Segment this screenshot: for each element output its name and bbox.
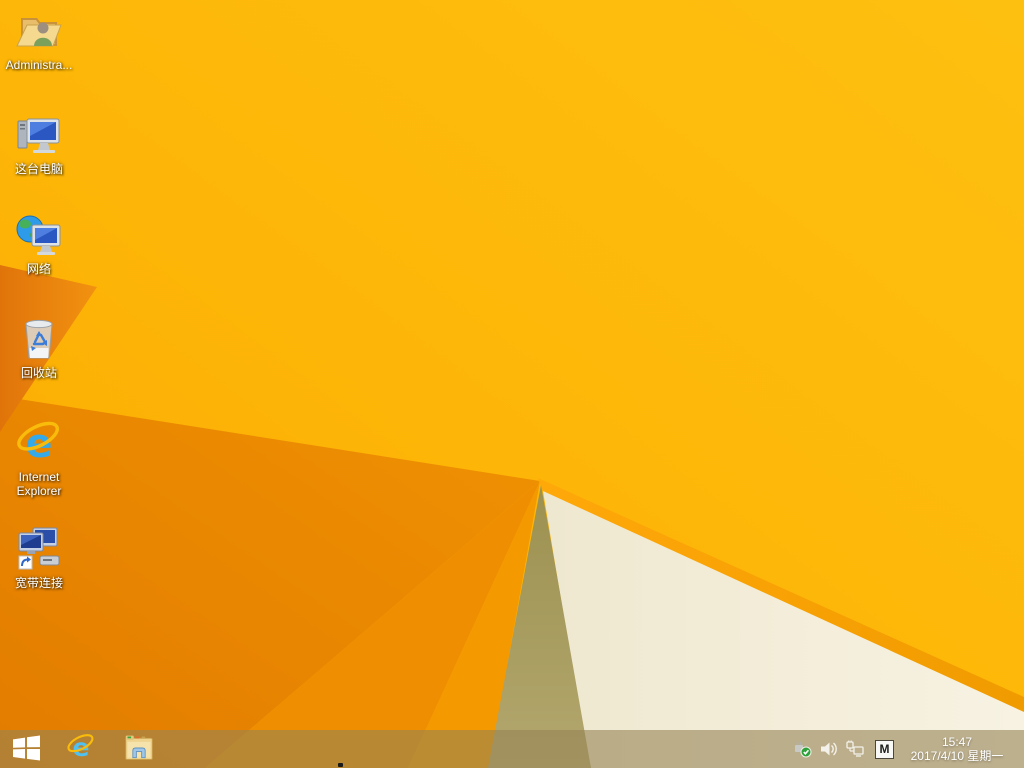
windows-logo-icon: [12, 734, 40, 764]
desktop-icon-network[interactable]: 网络: [0, 210, 78, 276]
ie-icon: e: [66, 733, 96, 766]
desktop-icon-label: 宽带连接: [14, 576, 63, 590]
network-status-icon[interactable]: [845, 739, 865, 759]
desktop: Administra... 这台电脑 网络 回收站 e Internet Exp…: [0, 0, 1024, 768]
user-folder-icon: [15, 8, 63, 56]
ie-icon: e: [15, 420, 63, 468]
svg-text:e: e: [25, 421, 52, 467]
taskbar-file-explorer[interactable]: [110, 730, 168, 768]
safely-remove-hardware-icon[interactable]: [793, 739, 813, 759]
system-tray: M 15:47 2017/4/10 星期一: [787, 730, 1024, 768]
taskbar: e M 15:47 2017/4/10 星期一: [0, 730, 1024, 768]
recycle-bin-icon: [15, 316, 63, 364]
speaker-icon[interactable]: [819, 739, 839, 759]
ime-indicator[interactable]: M: [875, 739, 894, 759]
desktop-icon-label: 回收站: [20, 366, 57, 380]
desktop-icon-internet-explorer[interactable]: e Internet Explorer: [0, 418, 78, 498]
wallpaper: [0, 0, 1024, 768]
ime-letter: M: [879, 742, 890, 756]
start-button[interactable]: [0, 730, 52, 768]
clock-time: 15:47: [941, 735, 973, 749]
clock-date: 2017/4/10 星期一: [910, 749, 1004, 763]
desktop-icon-label: Administra...: [5, 58, 73, 72]
desktop-icon-this-pc[interactable]: 这台电脑: [0, 110, 78, 176]
network-globe-icon: [15, 212, 63, 260]
computer-icon: [15, 112, 63, 160]
desktop-icon-label: Internet Explorer: [16, 470, 62, 498]
desktop-icon-administrator[interactable]: Administra...: [0, 6, 78, 72]
desktop-icon-label: 网络: [26, 262, 51, 276]
taskbar-internet-explorer[interactable]: e: [52, 730, 110, 768]
broadband-connection-icon: [15, 526, 63, 574]
mouse-cursor: [338, 763, 343, 767]
desktop-icon-broadband[interactable]: 宽带连接: [0, 524, 78, 590]
desktop-icon-label: 这台电脑: [14, 162, 63, 176]
taskbar-clock[interactable]: 15:47 2017/4/10 星期一: [904, 735, 1010, 763]
desktop-icon-recycle-bin[interactable]: 回收站: [0, 314, 78, 380]
folder-icon: [124, 734, 154, 765]
